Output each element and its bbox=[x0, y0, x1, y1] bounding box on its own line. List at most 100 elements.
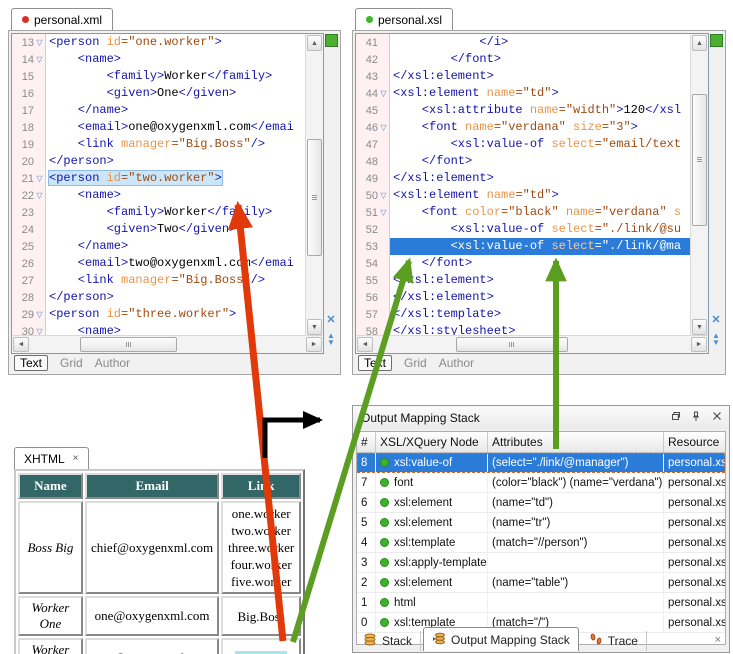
xml-horizontal-scrollbar[interactable]: ◄ ► bbox=[12, 335, 323, 353]
editor-mode-tab-author[interactable]: Author bbox=[95, 356, 130, 370]
close-icon[interactable]: × bbox=[73, 453, 79, 464]
scroll-right-icon[interactable]: ► bbox=[306, 337, 322, 352]
scroll-up-icon[interactable]: ▲ bbox=[692, 35, 707, 51]
stack-row[interactable]: 8xsl:value-of(select="./link/@manager")p… bbox=[357, 453, 725, 473]
scroll-right-icon[interactable]: ► bbox=[691, 337, 707, 352]
fold-toggle-icon[interactable]: ▽ bbox=[34, 34, 45, 51]
stack-index: 7 bbox=[357, 473, 376, 492]
scroll-left-icon[interactable]: ◄ bbox=[13, 337, 29, 352]
scroll-down-icon[interactable]: ▼ bbox=[307, 319, 322, 335]
view-tab-trace[interactable]: Trace bbox=[581, 631, 647, 651]
code-line[interactable]: <xsl:value-of select="email/text bbox=[390, 136, 691, 153]
code-line[interactable]: </i> bbox=[390, 34, 691, 51]
xml-vertical-scrollbar[interactable]: ▲ ▼ bbox=[305, 34, 323, 336]
xsl-horizontal-scrollbar[interactable]: ◄ ► bbox=[356, 335, 708, 353]
code-line[interactable]: <link manager="Big.Boss"/> bbox=[46, 136, 306, 153]
fold-toggle-icon[interactable]: ▽ bbox=[34, 306, 45, 323]
code-line[interactable]: <person id="three.worker"> bbox=[46, 306, 306, 323]
code-line[interactable]: <xsl:element name="td"> bbox=[390, 187, 691, 204]
code-line[interactable]: <given>Two</given> bbox=[46, 221, 306, 238]
restore-icon[interactable] bbox=[669, 410, 681, 422]
stack-row[interactable]: 4xsl:template(match="//person")personal.… bbox=[357, 533, 725, 553]
code-line[interactable]: <person id="one.worker"> bbox=[46, 34, 306, 51]
code-line[interactable]: </xsl:element> bbox=[390, 289, 691, 306]
stack-row[interactable]: 2xsl:element(name="table")personal.xsl bbox=[357, 573, 725, 593]
fold-toggle-icon[interactable]: ▽ bbox=[34, 187, 45, 204]
tab-personal-xml[interactable]: personal.xml bbox=[11, 8, 113, 30]
pin-icon[interactable] bbox=[690, 410, 702, 422]
code-line[interactable]: <xsl:value-of select="./link/@ma bbox=[390, 238, 691, 255]
trace-icon bbox=[589, 633, 603, 649]
code-line[interactable]: <family>Worker</family> bbox=[46, 204, 306, 221]
code-line[interactable]: <email>one@oxygenxml.com</emai bbox=[46, 119, 306, 136]
code-line[interactable]: </font> bbox=[390, 153, 691, 170]
clear-markers-icon[interactable]: ✕ bbox=[323, 314, 339, 326]
fold-toggle-icon[interactable]: ▽ bbox=[34, 51, 45, 68]
editor-mode-tab-text[interactable]: Text bbox=[358, 355, 392, 371]
code-line[interactable]: <email>two@oxygenxml.com</emai bbox=[46, 255, 306, 272]
code-line[interactable]: </xsl:element> bbox=[390, 68, 691, 85]
code-line[interactable]: <family>Worker</family> bbox=[46, 68, 306, 85]
code-line[interactable]: <given>One</given> bbox=[46, 85, 306, 102]
code-line[interactable]: <xsl:value-of select="./link/@su bbox=[390, 221, 691, 238]
scrollbar-thumb[interactable] bbox=[692, 94, 707, 226]
editor-mode-tab-grid[interactable]: Grid bbox=[404, 356, 427, 370]
stack-row[interactable]: 7font(color="black") (name="verdana")...… bbox=[357, 473, 725, 493]
black-arrow-preview-to-stack bbox=[265, 420, 320, 458]
code-line[interactable]: <link manager="Big.Boss"/> bbox=[46, 272, 306, 289]
stack-row[interactable]: 5xsl:element(name="tr")personal.xsl bbox=[357, 513, 725, 533]
scroll-left-icon[interactable]: ◄ bbox=[357, 337, 373, 352]
code-line[interactable]: <font name="verdana" size="3"> bbox=[390, 119, 691, 136]
scroll-up-icon[interactable]: ▲ bbox=[307, 35, 322, 51]
code-line[interactable]: <name> bbox=[46, 51, 306, 68]
fold-toggle-icon[interactable]: ▽ bbox=[378, 85, 389, 102]
code-line[interactable]: </person> bbox=[46, 289, 306, 306]
view-tab-output-mapping-stack[interactable]: Output Mapping Stack bbox=[423, 627, 579, 651]
scroll-down-icon[interactable]: ▼ bbox=[692, 319, 707, 335]
navigate-markers-icon[interactable]: ▲▼ bbox=[323, 332, 339, 346]
code-line[interactable]: <xsl:element name="td"> bbox=[390, 85, 691, 102]
editor-mode-tab-grid[interactable]: Grid bbox=[60, 356, 83, 370]
stack-row[interactable]: 1htmlpersonal.xsl bbox=[357, 593, 725, 613]
navigate-markers-icon[interactable]: ▲▼ bbox=[708, 332, 724, 346]
code-line[interactable]: <font color="black" name="verdana" s bbox=[390, 204, 691, 221]
code-line[interactable]: </font> bbox=[390, 51, 691, 68]
column-header[interactable]: # bbox=[357, 432, 376, 452]
editor-mode-tab-author[interactable]: Author bbox=[439, 356, 474, 370]
code-line[interactable]: </font> bbox=[390, 255, 691, 272]
scrollbar-thumb[interactable] bbox=[456, 337, 568, 352]
fold-toggle-icon[interactable]: ▽ bbox=[378, 204, 389, 221]
clear-markers-icon[interactable]: ✕ bbox=[708, 314, 724, 326]
tab-personal-xsl[interactable]: personal.xsl bbox=[355, 8, 453, 30]
column-header[interactable]: Attributes bbox=[488, 432, 664, 452]
fold-toggle-icon[interactable]: ▽ bbox=[378, 119, 389, 136]
code-line[interactable]: </xsl:element> bbox=[390, 272, 691, 289]
xml-code-area[interactable]: <person id="one.worker"> <name> <family>… bbox=[46, 34, 306, 336]
close-icon[interactable] bbox=[711, 410, 723, 422]
code-line[interactable]: </xsl:template> bbox=[390, 306, 691, 323]
xsl-code-area[interactable]: </i> </font></xsl:element><xsl:element n… bbox=[390, 34, 691, 336]
editor-mode-tab-text[interactable]: Text bbox=[14, 355, 48, 371]
line-number: 22 bbox=[22, 190, 34, 202]
code-line[interactable]: <name> bbox=[46, 187, 306, 204]
fold-toggle-icon[interactable]: ▽ bbox=[378, 187, 389, 204]
stack-row[interactable]: 3xsl:apply-templatespersonal.xsl bbox=[357, 553, 725, 573]
code-line[interactable]: </person> bbox=[46, 153, 306, 170]
code-line[interactable]: </xsl:element> bbox=[390, 170, 691, 187]
panel-titlebar[interactable]: Output Mapping Stack bbox=[353, 406, 729, 429]
scrollbar-thumb[interactable] bbox=[307, 139, 322, 256]
code-line[interactable]: <xsl:attribute name="width">120</xsl bbox=[390, 102, 691, 119]
stack-row[interactable]: 6xsl:element(name="td")personal.xsl bbox=[357, 493, 725, 513]
column-header[interactable]: XSL/XQuery Node bbox=[376, 432, 488, 452]
tab-xhtml-preview[interactable]: XHTML × bbox=[14, 447, 89, 470]
code-line[interactable]: </name> bbox=[46, 102, 306, 119]
xsl-vertical-scrollbar[interactable]: ▲ ▼ bbox=[690, 34, 708, 336]
code-token: ="verdana" bbox=[595, 205, 667, 219]
code-line[interactable]: <person id="two.worker"> bbox=[46, 170, 306, 187]
fold-toggle-icon[interactable]: ▽ bbox=[34, 170, 45, 187]
view-tab-stack[interactable]: Stack bbox=[355, 631, 421, 651]
close-icon[interactable]: × bbox=[715, 634, 721, 646]
column-header[interactable]: Resource bbox=[664, 432, 725, 452]
code-line[interactable]: </name> bbox=[46, 238, 306, 255]
scrollbar-thumb[interactable] bbox=[80, 337, 177, 352]
